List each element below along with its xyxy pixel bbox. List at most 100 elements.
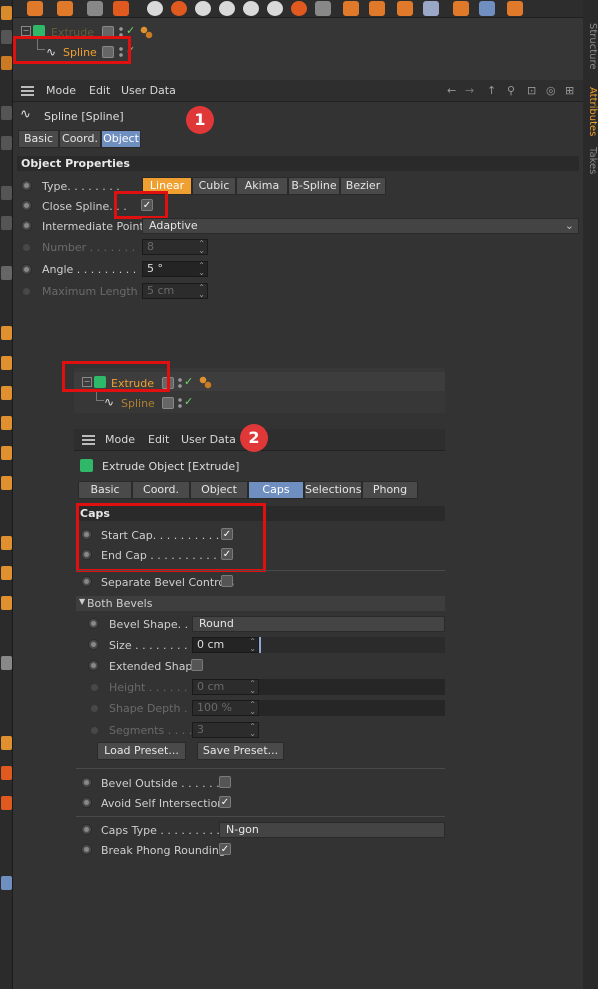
save-preset-button[interactable]: Save Preset... — [197, 742, 284, 760]
animate-radio[interactable] — [21, 180, 32, 191]
sphere-icon[interactable] — [291, 1, 307, 16]
tool-icon[interactable] — [1, 446, 12, 460]
tool-icon[interactable] — [507, 1, 523, 16]
bevel-shape-dropdown[interactable]: Round — [192, 616, 445, 632]
end-cap-checkbox[interactable]: ✓ — [221, 548, 233, 560]
tab-takes[interactable]: Takes — [583, 146, 598, 176]
tool-icon[interactable] — [1, 266, 12, 280]
layer-tag-icon[interactable] — [162, 377, 174, 389]
separate-bevel-checkbox[interactable] — [221, 575, 233, 587]
tool-icon[interactable] — [1, 536, 12, 550]
forward-arrow-icon[interactable]: → — [465, 84, 474, 97]
caps-type-dropdown[interactable]: N-gon — [219, 822, 445, 838]
animate-radio[interactable] — [81, 529, 92, 540]
expand-icon[interactable]: − — [21, 26, 31, 36]
menu-user-data[interactable]: User Data — [121, 84, 176, 97]
menu-mode[interactable]: Mode — [105, 433, 135, 446]
animate-radio[interactable] — [21, 200, 32, 211]
size-field[interactable]: 0 cm ⌃ ⌄ — [192, 637, 259, 653]
tool-icon[interactable] — [1, 766, 12, 780]
sphere-icon[interactable] — [243, 1, 259, 16]
tool-icon[interactable] — [1, 566, 12, 580]
animate-radio[interactable] — [81, 824, 92, 835]
tool-icon[interactable] — [1, 386, 12, 400]
break-phong-checkbox[interactable]: ✓ — [219, 843, 231, 855]
tool-icon[interactable] — [1, 596, 12, 610]
sphere-icon[interactable] — [147, 1, 163, 16]
magnet-icon[interactable] — [315, 1, 331, 16]
tool-icon[interactable] — [1, 796, 12, 810]
animate-radio[interactable] — [21, 264, 32, 275]
tool-icon[interactable] — [1, 136, 12, 150]
visibility-dots-icon[interactable] — [119, 46, 123, 58]
new-window-icon[interactable]: ⊞ — [565, 84, 574, 97]
close-spline-checkbox[interactable]: ✓ — [141, 199, 153, 211]
tool-icon[interactable] — [1, 656, 12, 670]
tool-icon[interactable] — [1, 356, 12, 370]
stepper-icon[interactable]: ⌃ ⌄ — [249, 638, 256, 653]
search-icon[interactable]: ⚲ — [507, 84, 515, 97]
tab-selections[interactable]: Selections — [304, 481, 362, 499]
animate-radio[interactable] — [88, 618, 99, 629]
visibility-dots-icon[interactable] — [178, 377, 182, 389]
menu-edit[interactable]: Edit — [148, 433, 169, 446]
object-row-spline[interactable]: ∿ Spline ✓ — [13, 38, 583, 61]
tool-icon[interactable] — [1, 56, 12, 70]
bevel-outside-checkbox[interactable] — [219, 776, 231, 788]
lock-icon[interactable]: ⊡ — [527, 84, 536, 97]
both-bevels-group[interactable]: Both Bevels ▼ — [76, 596, 445, 611]
collapse-triangle-icon[interactable]: ▼ — [79, 597, 85, 606]
tool-icon[interactable] — [397, 1, 413, 16]
tool-icon[interactable] — [1, 416, 12, 430]
load-preset-button[interactable]: Load Preset... — [97, 742, 186, 760]
animate-radio[interactable] — [21, 220, 32, 231]
type-cubic-button[interactable]: Cubic — [192, 177, 236, 195]
target-icon[interactable]: ◎ — [546, 84, 556, 97]
back-arrow-icon[interactable]: ← — [447, 84, 456, 97]
animate-radio[interactable] — [81, 777, 92, 788]
type-bezier-button[interactable]: Bezier — [340, 177, 386, 195]
tab-basic[interactable]: Basic — [78, 481, 132, 499]
tool-icon[interactable] — [479, 1, 495, 16]
menu-user-data[interactable]: User Data — [181, 433, 236, 446]
angle-field[interactable]: 5 ° ⌃ ⌄ — [142, 261, 208, 277]
tags-icon[interactable] — [139, 25, 153, 39]
tool-icon[interactable] — [1, 476, 12, 490]
expand-icon[interactable]: − — [82, 377, 92, 387]
enabled-check-icon[interactable]: ✓ — [184, 395, 193, 408]
stepper-icon[interactable]: ⌃ ⌄ — [198, 262, 205, 277]
tool-icon[interactable] — [1, 736, 12, 750]
tab-coord[interactable]: Coord. — [132, 481, 190, 499]
layer-tag-icon[interactable] — [102, 26, 114, 38]
layer-tag-icon[interactable] — [102, 46, 114, 58]
extended-shape-checkbox[interactable] — [191, 659, 203, 671]
tab-object[interactable]: Object — [101, 130, 141, 148]
animate-radio[interactable] — [81, 576, 92, 587]
object-row-extrude[interactable]: − Extrude ✓ — [13, 22, 583, 41]
tool-icon[interactable] — [1, 876, 12, 890]
tab-basic[interactable]: Basic — [18, 130, 59, 148]
type-bspline-button[interactable]: B-Spline — [288, 177, 340, 195]
tab-caps[interactable]: Caps — [248, 481, 304, 499]
animate-radio[interactable] — [81, 797, 92, 808]
layer-tag-icon[interactable] — [162, 397, 174, 409]
tool-icon[interactable] — [1, 6, 12, 20]
sphere-icon[interactable] — [219, 1, 235, 16]
tool-icon[interactable] — [1, 216, 12, 230]
az-sort-icon[interactable] — [423, 1, 439, 16]
animate-radio[interactable] — [88, 639, 99, 650]
type-akima-button[interactable]: Akima — [236, 177, 288, 195]
tool-icon[interactable] — [343, 1, 359, 16]
menu-mode[interactable]: Mode — [46, 84, 76, 97]
home-icon[interactable] — [27, 1, 43, 16]
enabled-check-icon[interactable]: ✓ — [126, 44, 135, 57]
tool-icon[interactable] — [1, 186, 12, 200]
enabled-check-icon[interactable]: ✓ — [184, 375, 193, 388]
size-slider[interactable] — [259, 637, 445, 653]
object-row-spline[interactable]: ∿ Spline ✓ — [74, 389, 445, 412]
home-icon[interactable] — [57, 1, 73, 16]
tab-coord[interactable]: Coord. — [59, 130, 101, 148]
menu-edit[interactable]: Edit — [89, 84, 110, 97]
tab-object[interactable]: Object — [190, 481, 248, 499]
animate-radio[interactable] — [81, 844, 92, 855]
